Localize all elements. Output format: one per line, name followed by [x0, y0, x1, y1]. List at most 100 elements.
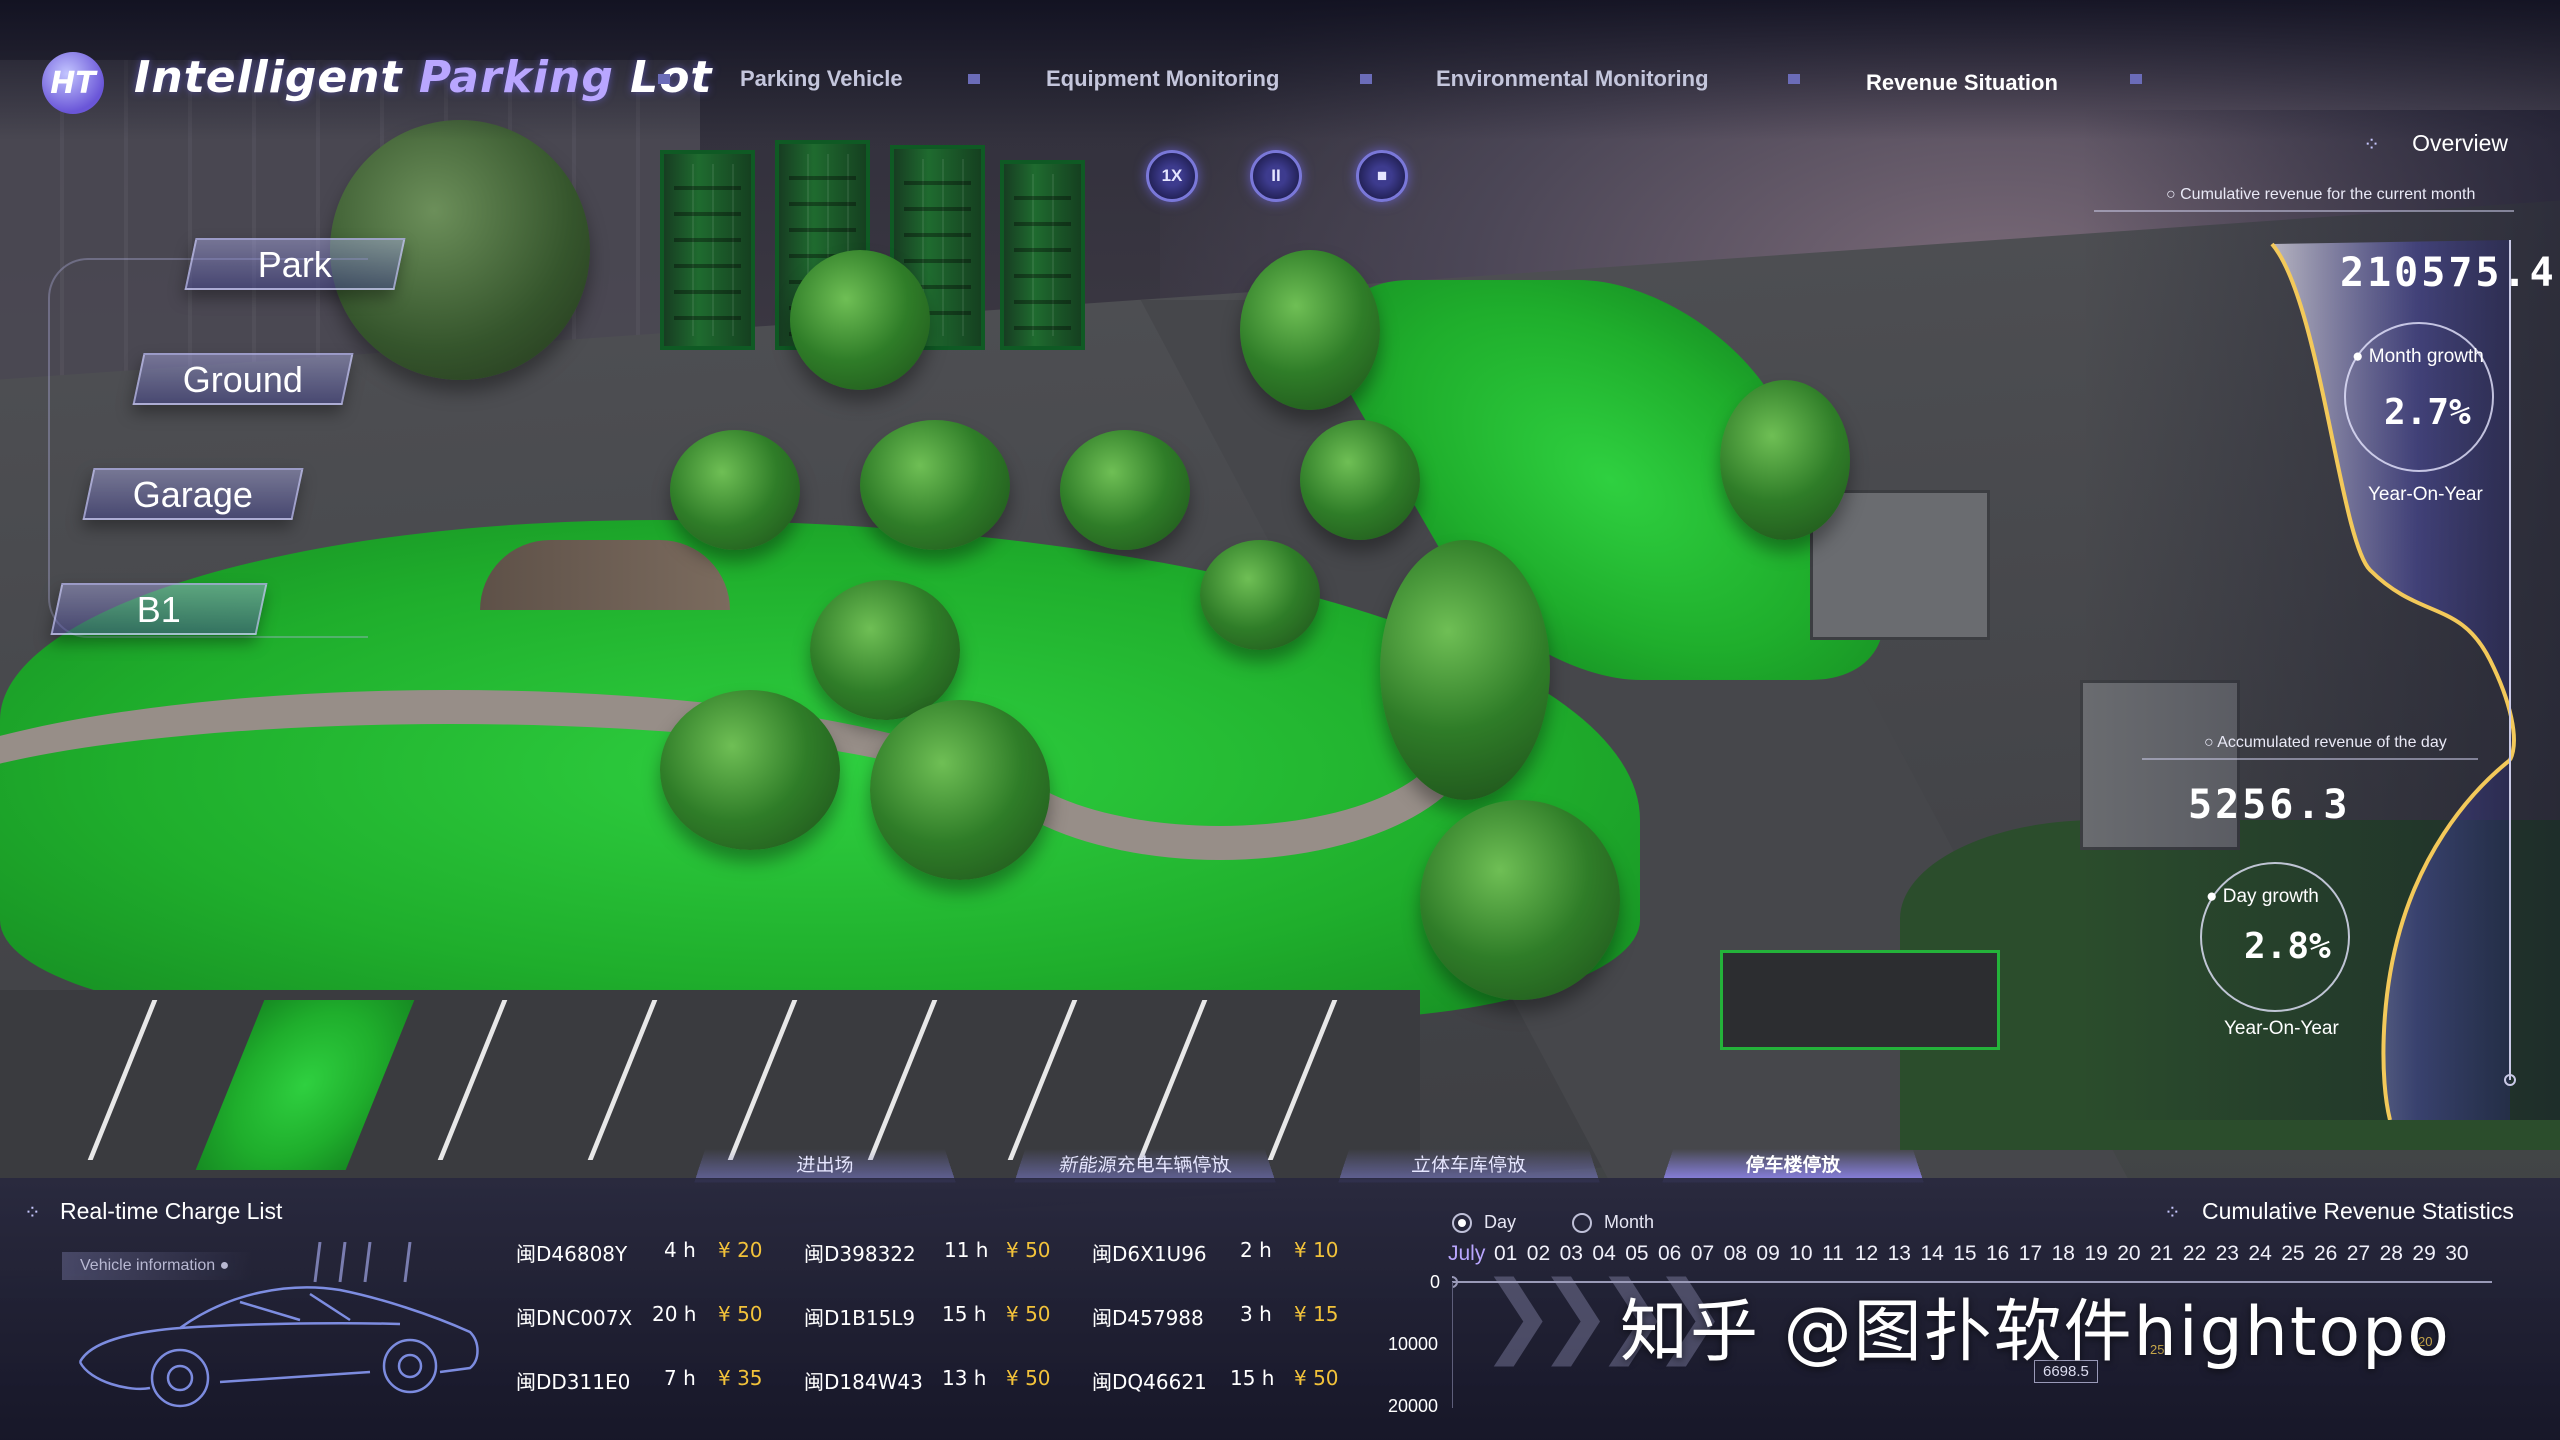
charge-price: ¥ 20: [718, 1238, 763, 1262]
revenue-stats-title: Cumulative Revenue Statistics: [2202, 1198, 2514, 1225]
month-growth-label-text: Month growth: [2369, 346, 2484, 367]
overview-title: Overview: [2412, 130, 2508, 157]
radio-dot: [1572, 1213, 1592, 1233]
y-axis-tick: 20000: [1388, 1396, 1438, 1417]
floor-button-park[interactable]: Park: [184, 238, 405, 290]
tree: [1380, 540, 1550, 800]
charge-duration: 15 h: [942, 1302, 986, 1326]
charge-plate: 闽D457988: [1092, 1302, 1204, 1331]
charge-price: ¥ 50: [1006, 1302, 1051, 1326]
car-wireframe-icon: [70, 1242, 490, 1412]
charge-duration: 20 h: [652, 1302, 696, 1326]
x-axis-day-label: 19: [2084, 1242, 2107, 1266]
app-logo: HT: [42, 52, 104, 114]
day-yoy-label: Year-On-Year: [2224, 1018, 2339, 1040]
x-axis-day-label: 11: [1822, 1242, 1844, 1266]
x-axis-day-label: 24: [2248, 1242, 2271, 1266]
charge-price: ¥ 10: [1294, 1238, 1339, 1262]
nav-separator: [1788, 74, 1800, 84]
tree: [1720, 380, 1850, 540]
floor-label: Garage: [133, 470, 253, 520]
month-revenue-label: ○ Cumulative revenue for the current mon…: [2166, 186, 2475, 204]
x-axis-day-label: 09: [1756, 1242, 1779, 1266]
charge-list-icon: ⁘: [24, 1200, 41, 1225]
x-axis-day-label: 08: [1724, 1242, 1747, 1266]
nav-separator: [968, 74, 980, 84]
day-revenue-value: 5256.3: [2188, 782, 2351, 828]
month-growth-value: 2.7%: [2384, 392, 2471, 433]
floor-label: B1: [137, 585, 181, 635]
x-axis-day-label: 29: [2412, 1242, 2435, 1266]
parking-booth[interactable]: [1810, 490, 1990, 640]
month-yoy-label: Year-On-Year: [2368, 484, 2483, 506]
charging-station[interactable]: [1720, 950, 2000, 1050]
divider: [2142, 758, 2478, 760]
mode-month-radio[interactable]: Month: [1572, 1212, 1654, 1233]
y-axis-tick: 10000: [1388, 1334, 1438, 1355]
charge-plate: 闽DQ46621: [1092, 1366, 1207, 1395]
charge-duration: 11 h: [944, 1238, 988, 1262]
charge-price: ¥ 15: [1294, 1302, 1339, 1326]
charge-plate: 闽D6X1U96: [1092, 1238, 1207, 1267]
revenue-stats-icon: ⁘: [2164, 1200, 2181, 1225]
floor-button-b1[interactable]: B1: [50, 583, 267, 635]
nav-tab-revenue-situation[interactable]: Revenue Situation: [1866, 70, 2058, 96]
floor-button-garage[interactable]: Garage: [82, 468, 303, 520]
mode-month-label: Month: [1604, 1212, 1654, 1233]
x-axis-day-label: 12: [1855, 1242, 1878, 1266]
day-growth-label-text: Day growth: [2223, 886, 2319, 907]
stereo-garage-tower: [660, 150, 755, 350]
y-axis-tick: 0: [1430, 1272, 1440, 1293]
tree: [1420, 800, 1620, 1000]
charge-plate: 闽D46808Y: [516, 1238, 627, 1267]
tree: [1200, 540, 1320, 650]
mode-day-label: Day: [1484, 1212, 1516, 1233]
charge-plate: 闽D398322: [804, 1238, 916, 1267]
charge-duration: 7 h: [664, 1366, 696, 1390]
tree: [860, 420, 1010, 550]
nav-tab-equipment-monitoring[interactable]: Equipment Monitoring: [1046, 66, 1279, 92]
stereo-garage-tower: [1000, 160, 1085, 350]
floor-label: Ground: [183, 355, 303, 405]
nav-separator: [2130, 74, 2142, 84]
day-growth-value: 2.8%: [2244, 926, 2331, 967]
tree: [670, 430, 800, 550]
x-axis-day-label: 23: [2216, 1242, 2239, 1266]
radio-dot: [1452, 1213, 1472, 1233]
x-axis-day-label: 30: [2445, 1242, 2468, 1266]
month-growth-label: ● Month growth: [2352, 346, 2484, 368]
tree: [1060, 430, 1190, 550]
charge-price: ¥ 35: [718, 1366, 763, 1390]
x-axis-day-label: 22: [2183, 1242, 2206, 1266]
x-axis-day-label: 18: [2052, 1242, 2075, 1266]
x-axis-day-label: 27: [2347, 1242, 2370, 1266]
charge-price: ¥ 50: [1006, 1238, 1051, 1262]
charge-plate: 闽DNC007X: [516, 1302, 632, 1331]
nav-tab-parking-vehicle[interactable]: Parking Vehicle: [740, 66, 903, 92]
pause-button[interactable]: II: [1250, 150, 1302, 202]
stop-button[interactable]: ■: [1356, 150, 1408, 202]
charge-price: ¥ 50: [1006, 1366, 1051, 1390]
x-axis-day-label: 21: [2150, 1242, 2173, 1266]
charge-plate: 闽D1B15L9: [804, 1302, 915, 1331]
nav-tab-environmental-monitoring[interactable]: Environmental Monitoring: [1436, 66, 1709, 92]
app-title-accent: Parking: [419, 52, 614, 103]
nav-separator: [658, 74, 670, 84]
mode-day-radio[interactable]: Day: [1452, 1212, 1516, 1233]
charge-duration: 3 h: [1240, 1302, 1272, 1326]
divider: [2094, 210, 2514, 212]
app-title: Intelligent Parking Lot: [134, 52, 712, 103]
x-axis-day-label: 10: [1789, 1242, 1812, 1266]
day-revenue-label-text: Accumulated revenue of the day: [2217, 734, 2446, 751]
tree: [810, 580, 960, 720]
charge-plate: 闽DD311E0: [516, 1366, 630, 1395]
speed-1x-button[interactable]: 1X: [1146, 150, 1198, 202]
x-axis-day-label: 15: [1953, 1242, 1976, 1266]
logo-text: HT: [50, 66, 96, 101]
floor-button-ground[interactable]: Ground: [132, 353, 353, 405]
charge-price: ¥ 50: [718, 1302, 763, 1326]
app-title-main: Intelligent: [134, 52, 419, 103]
x-axis-day-label: 20: [2117, 1242, 2140, 1266]
tree: [790, 250, 930, 390]
x-axis-day-label: 16: [1986, 1242, 2009, 1266]
